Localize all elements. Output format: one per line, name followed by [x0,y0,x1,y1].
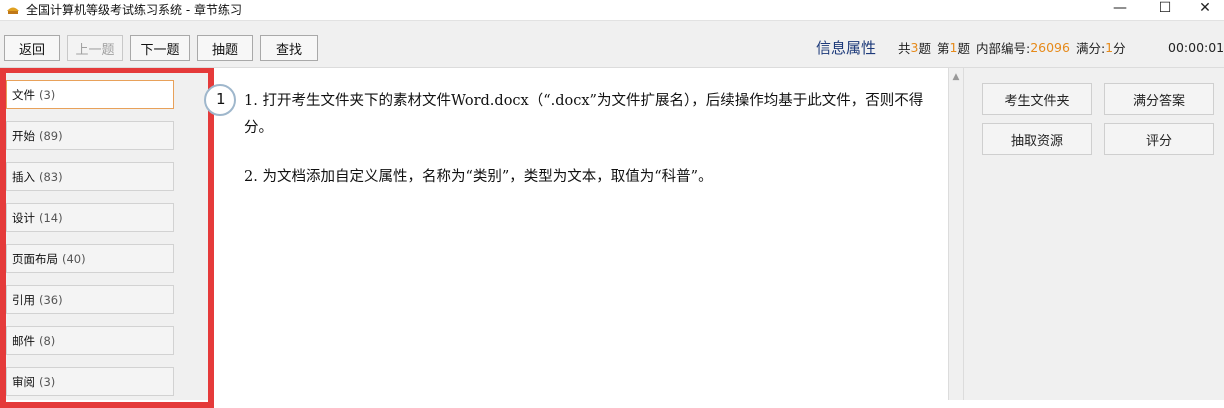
extract-resource-button[interactable]: 抽取资源 [982,123,1092,155]
internal-code: 26096 [1030,39,1070,55]
category-item-page-layout[interactable]: 页面布局 (40) [6,244,174,273]
candidate-folder-button[interactable]: 考生文件夹 [982,83,1092,115]
info-properties-title: 信息属性 [816,38,877,57]
prev-question-button[interactable]: 上一题 [67,35,123,61]
vertical-scrollbar[interactable] [948,68,964,400]
next-question-button[interactable]: 下一题 [130,35,190,61]
full-score: 1 [1105,39,1114,55]
minimize-button[interactable]: — [1100,0,1140,18]
toolbar: 返回 上一题 下一题 抽题 查找 信息属性 共 3 题第 1 题内部编号: 26096 满分… [0,20,1224,68]
grade-button[interactable]: 评分 [1104,123,1214,155]
app-logo-icon [7,7,19,14]
draw-question-button[interactable]: 抽题 [197,35,253,61]
question-number: 1 [216,90,226,108]
back-button[interactable]: 返回 [4,35,60,61]
current-index: 1 [949,39,958,55]
category-item-references[interactable]: 引用 (36) [6,285,174,314]
window-title: 全国计算机等级考试练习系统 - 章节练习 [26,3,242,17]
title-bar: 全国计算机等级考试练习系统 - 章节练习 — ☐ ✕ [0,0,1224,20]
category-item-insert[interactable]: 插入 (83) [6,162,174,191]
find-button[interactable]: 查找 [260,35,318,61]
category-item-design[interactable]: 设计 (14) [6,203,174,232]
category-item-review[interactable]: 审阅 (3) [6,367,174,396]
category-item-home[interactable]: 开始 (89) [6,121,174,150]
question-step-2: 2. 为文档添加自定义属性，名称为“类别”，类型为文本，取值为“科普”。 [244,169,713,185]
maximize-button[interactable]: ☐ [1145,0,1185,18]
total-count: 3 [910,39,919,55]
close-button[interactable]: ✕ [1185,0,1224,18]
question-step-1: 1. 打开考生文件夹下的素材文件Word.docx（“.docx”为文件扩展名）… [244,93,924,136]
timer: 00:00:01 [1168,39,1224,55]
scroll-up-arrow-icon[interactable]: ▲ [950,72,962,82]
category-panel: 文件 (3) 开始 (89) 插入 (83) 设计 (14) 页面布局 (40) 引用 (3… [0,68,210,400]
action-panel: 考生文件夹 满分答案 抽取资源 评分 [964,68,1224,400]
question-info: 共 3 题第 1 题内部编号: 26096 满分: 1 分 [898,39,1126,56]
category-item-file[interactable]: 文件 (3) [6,80,174,109]
full-answer-button[interactable]: 满分答案 [1104,83,1214,115]
category-item-mailings[interactable]: 邮件 (8) [6,326,174,355]
